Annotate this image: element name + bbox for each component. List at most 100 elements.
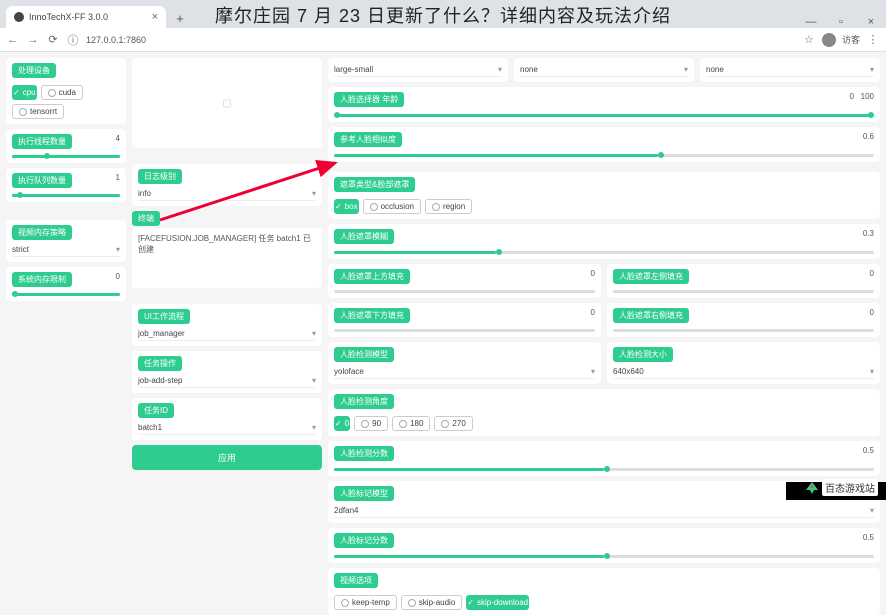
size-select-3[interactable]: none▾ [700, 58, 880, 82]
blur-value: 0.3 [863, 229, 874, 247]
output-label: 终端 [132, 211, 160, 226]
log-select[interactable]: info▾ [138, 187, 316, 201]
share-icon[interactable]: ☆ [802, 33, 816, 46]
detector-label: 人脸检测模型 [334, 347, 394, 362]
ui-select[interactable]: job_manager▾ [138, 327, 316, 341]
apply-button[interactable]: 应用 [132, 445, 322, 470]
jobid-select[interactable]: batch1▾ [138, 421, 316, 435]
dl-card: 视频选项 keep-temp skip-audio skip-download [328, 568, 880, 615]
device-card: 处理设备 cpu cuda tensorrt [6, 58, 126, 124]
vram-slider[interactable] [12, 293, 120, 296]
info-icon[interactable]: ⓘ [66, 32, 80, 48]
chip-angle-90[interactable]: 90 [354, 416, 388, 431]
preview-placeholder[interactable]: ▢ [132, 58, 322, 148]
queue-label: 执行队列数量 [12, 173, 72, 188]
sidebar-left: 处理设备 cpu cuda tensorrt 执行线程数量 4 执行队列数量 1 视… [6, 58, 126, 500]
blur-slider[interactable] [334, 251, 874, 254]
jobid-label: 任务ID [138, 403, 174, 418]
brand-logo-icon [806, 482, 818, 494]
padleft-card: 人脸遮罩左侧填充0 [607, 264, 880, 298]
jobid-card: 任务ID batch1▾ [132, 398, 322, 440]
step-card: 任务操作 job-add-step▾ [132, 351, 322, 393]
detect-size-card: 人脸检测大小 640x640▾ [607, 342, 880, 384]
chip-skip-audio[interactable]: skip-audio [401, 595, 462, 610]
angle-card: 人脸检测角度 0 90 180 270 [328, 389, 880, 436]
dl-label: 视频选项 [334, 573, 378, 588]
mask-label: 遮罩类型&脸部遮罩 [334, 177, 415, 192]
score-value: 0.5 [863, 446, 874, 464]
page-title-overlay: 摩尔庄园 7 月 23 日更新了什么？详细内容及玩法介绍 [0, 2, 886, 28]
chip-angle-180[interactable]: 180 [392, 416, 430, 431]
lm-score-slider[interactable] [334, 555, 874, 558]
score-slider[interactable] [334, 468, 874, 471]
memory-select[interactable]: strict▾ [12, 243, 120, 257]
queue-value: 1 [116, 173, 120, 191]
url-text[interactable]: 127.0.0.1:7860 [86, 35, 146, 45]
ref-card: 参考人脸相似度 0.6 [328, 127, 880, 162]
vram-value: 0 [116, 272, 120, 290]
blur-label: 人脸遮罩模糊 [334, 229, 394, 244]
forward-icon[interactable]: → [26, 34, 40, 46]
age-slider[interactable] [334, 114, 874, 117]
chip-region[interactable]: region [425, 199, 472, 214]
queue-slider[interactable] [12, 194, 120, 197]
device-label: 处理设备 [12, 63, 56, 78]
chip-box[interactable]: box [334, 199, 359, 214]
blur-card: 人脸遮罩模糊 0.3 [328, 224, 880, 259]
ref-slider[interactable] [334, 154, 874, 157]
ref-value: 0.6 [863, 132, 874, 150]
address-bar: ← → ⟳ ⓘ 127.0.0.1:7860 ☆ 访客 ⋮ [0, 28, 886, 52]
brand-watermark: 百态游戏站 [806, 479, 878, 496]
padbot-card: 人脸遮罩下方填充0 [328, 303, 601, 337]
step-select[interactable]: job-add-step▾ [138, 374, 316, 388]
chip-cpu[interactable]: cpu [12, 85, 37, 100]
ui-card: UI工作流程 job_manager▾ [132, 304, 322, 346]
chip-tensorrt[interactable]: tensorrt [12, 104, 64, 119]
user-name: 访客 [842, 33, 860, 46]
avatar[interactable] [822, 33, 836, 47]
detector-select[interactable]: yoloface▾ [334, 365, 595, 379]
angle-label: 人脸检测角度 [334, 394, 394, 409]
log-card: 日志级别 info▾ [132, 164, 322, 206]
padtop-slider[interactable] [334, 290, 595, 293]
threads-label: 执行线程数量 [12, 134, 72, 149]
back-icon[interactable]: ← [6, 34, 20, 46]
padleft-slider[interactable] [613, 290, 874, 293]
chip-angle-270[interactable]: 270 [434, 416, 472, 431]
reload-icon[interactable]: ⟳ [46, 33, 60, 46]
memory-card: 视频内存策略 strict▾ [6, 220, 126, 262]
detector-card: 人脸检测模型 yoloface▾ [328, 342, 601, 384]
threads-value: 4 [116, 134, 120, 152]
padbot-slider[interactable] [334, 329, 595, 332]
detect-size-label: 人脸检测大小 [613, 347, 673, 362]
size-select-1[interactable]: large-small▾ [328, 58, 508, 82]
chip-keep-temp[interactable]: keep-temp [334, 595, 397, 610]
detect-size-select[interactable]: 640x640▾ [613, 365, 874, 379]
vram-label: 系统内存限制 [12, 272, 72, 287]
chip-cuda[interactable]: cuda [41, 85, 83, 100]
size-select-2[interactable]: none▾ [514, 58, 694, 82]
lm-select[interactable]: 2dfan4▾ [334, 504, 874, 518]
ref-label: 参考人脸相似度 [334, 132, 402, 147]
chip-skip-download[interactable]: skip-download [466, 595, 529, 610]
brand-text: 百态游戏站 [822, 479, 878, 496]
queue-card: 执行队列数量 1 [6, 168, 126, 202]
vram-card: 系统内存限制 0 [6, 267, 126, 301]
output-card: 终端 [FACEFUSION.JOB_MANAGER] 任务 batch1 已创… [132, 211, 322, 288]
lm-label: 人脸标记模型 [334, 486, 394, 501]
age-label: 人脸选择器 年龄 [334, 92, 404, 107]
padright-slider[interactable] [613, 329, 874, 332]
lm-score-value: 0.5 [863, 533, 874, 551]
menu-icon[interactable]: ⋮ [866, 33, 880, 46]
column-middle: ▢ 日志级别 info▾ 终端 [FACEFUSION.JOB_MANAGER]… [132, 58, 322, 500]
padtop-card: 人脸遮罩上方填充0 [328, 264, 601, 298]
score-card: 人脸检测分数 0.5 [328, 441, 880, 476]
threads-slider[interactable] [12, 155, 120, 158]
step-label: 任务操作 [138, 356, 182, 371]
lm-score-card: 人脸标记分数 0.5 [328, 528, 880, 563]
chip-occlusion[interactable]: occlusion [363, 199, 421, 214]
lm-score-label: 人脸标记分数 [334, 533, 394, 548]
chip-angle-0[interactable]: 0 [334, 416, 350, 431]
log-label: 日志级别 [138, 169, 182, 184]
score-label: 人脸检测分数 [334, 446, 394, 461]
